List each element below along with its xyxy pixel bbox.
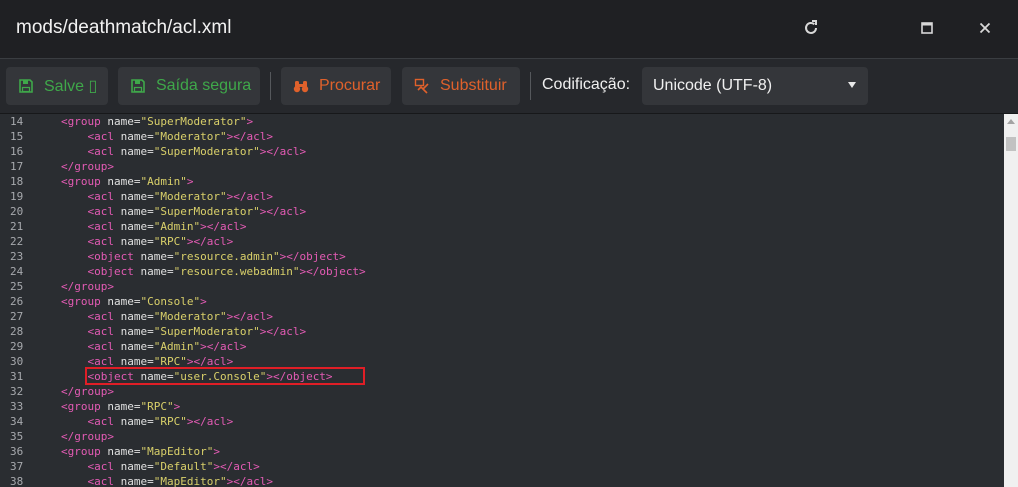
line-number: 32 bbox=[10, 385, 24, 398]
code-line: 25 </group> bbox=[0, 279, 1004, 294]
line-number: 37 bbox=[10, 460, 24, 473]
code-text: <acl name="MapEditor"></acl> bbox=[87, 475, 273, 487]
code-line: 38 <acl name="MapEditor"></acl> bbox=[0, 474, 1004, 487]
toolbar-divider bbox=[530, 72, 531, 100]
replace-button-label: Substituir bbox=[440, 77, 507, 94]
chevron-down-icon bbox=[848, 82, 856, 88]
line-number: 23 bbox=[10, 250, 24, 263]
code-text: <object name="resource.admin"></object> bbox=[87, 250, 346, 263]
code-text: <group name="MapEditor"> bbox=[61, 445, 220, 458]
line-number: 27 bbox=[10, 310, 24, 323]
toolbar-divider bbox=[270, 72, 271, 100]
save-button-label: Salve ▯ bbox=[44, 78, 98, 95]
code-text: <acl name="SuperModerator"></acl> bbox=[87, 205, 307, 218]
find-button[interactable]: Procurar bbox=[281, 67, 391, 105]
code-line: 19 <acl name="Moderator"></acl> bbox=[0, 189, 1004, 204]
line-number: 20 bbox=[10, 205, 24, 218]
scroll-up-icon[interactable] bbox=[1007, 119, 1015, 124]
save-and-exit-label: Saída segura bbox=[156, 77, 252, 94]
line-number: 38 bbox=[10, 475, 24, 487]
line-number: 14 bbox=[10, 115, 24, 128]
line-number: 24 bbox=[10, 265, 24, 278]
code-text: <acl name="Admin"></acl> bbox=[87, 220, 247, 233]
line-number: 17 bbox=[10, 160, 24, 173]
code-line: 26 <group name="Console"> bbox=[0, 294, 1004, 309]
code-line: 29 <acl name="Admin"></acl> bbox=[0, 339, 1004, 354]
floppy-disk-icon bbox=[18, 78, 34, 94]
code-line: 15 <acl name="Moderator"></acl> bbox=[0, 129, 1004, 144]
code-line: 23 <object name="resource.admin"></objec… bbox=[0, 249, 1004, 264]
title-bar: mods/deathmatch/acl.xml bbox=[0, 0, 1018, 59]
code-text: <acl name="Moderator"></acl> bbox=[87, 190, 273, 203]
code-text: <acl name="Admin"></acl> bbox=[87, 340, 247, 353]
highlight-box bbox=[85, 367, 365, 385]
code-editor[interactable]: 14 <group name="SuperModerator"> 15 <acl n… bbox=[0, 114, 1004, 487]
encoding-select[interactable]: Unicode (UTF-8) bbox=[642, 67, 868, 105]
code-text: </group> bbox=[61, 430, 114, 443]
code-line: 28 <acl name="SuperModerator"></acl> bbox=[0, 324, 1004, 339]
code-text: </group> bbox=[61, 385, 114, 398]
code-line: 17 </group> bbox=[0, 159, 1004, 174]
line-number: 33 bbox=[10, 400, 24, 413]
line-number: 31 bbox=[10, 370, 24, 383]
line-number: 22 bbox=[10, 235, 24, 248]
code-text: <acl name="Default"></acl> bbox=[87, 460, 260, 473]
encoding-label: Codificação: bbox=[542, 76, 631, 93]
floppy-disk-icon bbox=[130, 78, 146, 94]
code-line: 20 <acl name="SuperModerator"></acl> bbox=[0, 204, 1004, 219]
replace-button[interactable]: Substituir bbox=[402, 67, 520, 105]
code-line: 21 <acl name="Admin"></acl> bbox=[0, 219, 1004, 234]
save-button[interactable]: Salve ▯ bbox=[6, 67, 108, 105]
line-number: 28 bbox=[10, 325, 24, 338]
code-line: 36 <group name="MapEditor"> bbox=[0, 444, 1004, 459]
code-line: 24 <object name="resource.webadmin"></ob… bbox=[0, 264, 1004, 279]
code-text: <acl name="Moderator"></acl> bbox=[87, 310, 273, 323]
code-line: 35 </group> bbox=[0, 429, 1004, 444]
code-text: <group name="SuperModerator"> bbox=[61, 115, 254, 128]
close-icon[interactable] bbox=[971, 14, 999, 42]
code-line: 37 <acl name="Default"></acl> bbox=[0, 459, 1004, 474]
code-text: <object name="resource.webadmin"></objec… bbox=[87, 265, 366, 278]
code-text: <acl name="SuperModerator"></acl> bbox=[87, 145, 307, 158]
line-number: 35 bbox=[10, 430, 24, 443]
code-line: 18 <group name="Admin"> bbox=[0, 174, 1004, 189]
vertical-scrollbar[interactable] bbox=[1004, 114, 1018, 487]
line-number: 26 bbox=[10, 295, 24, 308]
code-text: <acl name="Moderator"></acl> bbox=[87, 130, 273, 143]
code-line: 16 <acl name="SuperModerator"></acl> bbox=[0, 144, 1004, 159]
line-number: 18 bbox=[10, 175, 24, 188]
maximize-icon[interactable] bbox=[913, 14, 941, 42]
window-title: mods/deathmatch/acl.xml bbox=[16, 17, 232, 38]
code-line: 34 <acl name="RPC"></acl> bbox=[0, 414, 1004, 429]
code-line: 27 <acl name="Moderator"></acl> bbox=[0, 309, 1004, 324]
code-text: <group name="RPC"> bbox=[61, 400, 181, 413]
replace-icon bbox=[414, 78, 430, 94]
code-text: <group name="Console"> bbox=[61, 295, 207, 308]
code-line: 32 </group> bbox=[0, 384, 1004, 399]
code-text: </group> bbox=[61, 160, 114, 173]
code-line: 14 <group name="SuperModerator"> bbox=[0, 114, 1004, 129]
line-number: 19 bbox=[10, 190, 24, 203]
line-number: 34 bbox=[10, 415, 24, 428]
line-number: 15 bbox=[10, 130, 24, 143]
code-text: <acl name="SuperModerator"></acl> bbox=[87, 325, 307, 338]
line-number: 29 bbox=[10, 340, 24, 353]
code-line: 33 <group name="RPC"> bbox=[0, 399, 1004, 414]
code-text: <acl name="RPC"></acl> bbox=[87, 235, 234, 248]
find-button-label: Procurar bbox=[319, 77, 381, 94]
code-text: <group name="Admin"> bbox=[61, 175, 194, 188]
code-text: <acl name="RPC"></acl> bbox=[87, 415, 234, 428]
encoding-value: Unicode (UTF-8) bbox=[653, 77, 773, 94]
code-text: </group> bbox=[61, 280, 114, 293]
line-number: 30 bbox=[10, 355, 24, 368]
line-number: 21 bbox=[10, 220, 24, 233]
line-number: 25 bbox=[10, 280, 24, 293]
binoculars-icon bbox=[293, 78, 309, 94]
line-number: 16 bbox=[10, 145, 24, 158]
save-and-exit-button[interactable]: Saída segura bbox=[118, 67, 260, 105]
scroll-thumb[interactable] bbox=[1006, 137, 1016, 151]
code-line: 22 <acl name="RPC"></acl> bbox=[0, 234, 1004, 249]
refresh-icon[interactable] bbox=[797, 14, 825, 42]
line-number: 36 bbox=[10, 445, 24, 458]
